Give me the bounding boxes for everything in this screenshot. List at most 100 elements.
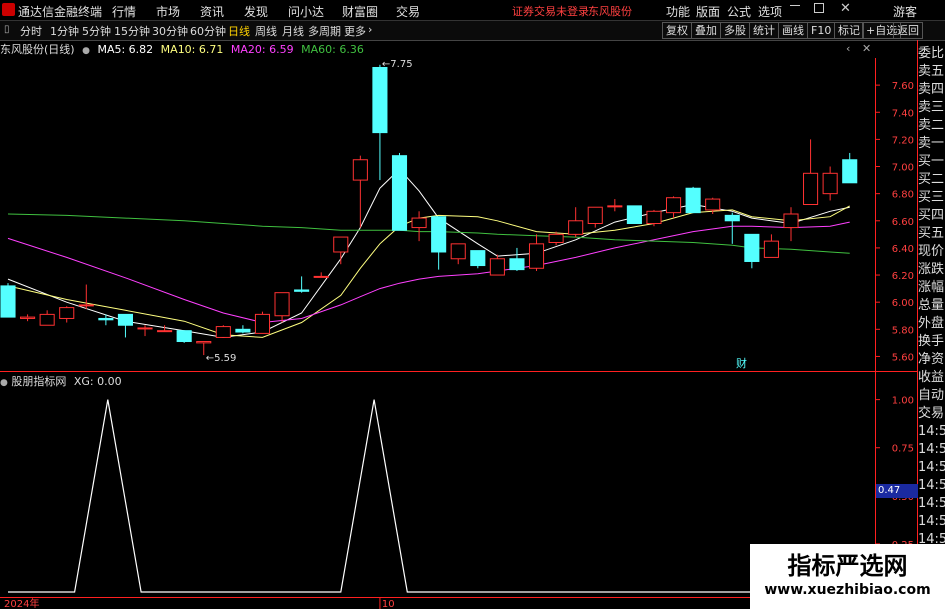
- ma60-line: [7, 213, 850, 254]
- settings-circle-icon[interactable]: ●: [0, 378, 8, 388]
- sidebar-quote-item: 净资: [918, 352, 945, 367]
- sidebar-quote-item: 换手: [918, 334, 945, 349]
- candle-body: [685, 187, 701, 214]
- candle-body: [822, 172, 838, 195]
- sidebar-trade-item: 自动: [918, 388, 945, 403]
- candle-body: [607, 205, 623, 208]
- sidebar-trade-item: 14:56: [918, 424, 945, 439]
- y-tick-label: 6.60: [892, 217, 914, 228]
- candle-body: [274, 292, 290, 317]
- candle-body: [235, 328, 251, 333]
- candle-body: [431, 216, 447, 253]
- candle-body: [333, 236, 349, 253]
- candle-body: [763, 240, 779, 258]
- sidebar-quote-item: 买五: [918, 226, 945, 241]
- candle-body: [489, 258, 505, 276]
- y-tick-label: 7.20: [892, 135, 914, 146]
- kline-chart[interactable]: 5.60 5.80 6.00 6.20 6.40 6.60 6.80 7.00 7.20 7.40…: [0, 0, 945, 609]
- ma20-line: [7, 221, 850, 324]
- candle-body: [196, 341, 212, 344]
- candle-body: [157, 330, 173, 333]
- candle-body: [783, 213, 799, 229]
- candle-body: [176, 330, 192, 343]
- sidebar-quote-item: 买二: [918, 172, 945, 187]
- x-tick-label: 2024年: [4, 597, 39, 609]
- sidebar-quote-item: 买一: [918, 154, 945, 169]
- price-annotation: ←5.59: [206, 353, 237, 364]
- candle-body: [548, 233, 564, 243]
- sidebar-quote-item: 外盘: [918, 316, 945, 331]
- y-tick-label: 7.00: [892, 163, 914, 174]
- candle-body: [568, 220, 584, 235]
- y-tick-label: 5.80: [892, 325, 914, 336]
- candle-body: [294, 289, 310, 292]
- sub-chart-legend: ● 股朋指标网 XG: 0.00: [0, 373, 122, 389]
- candle-body: [705, 198, 721, 211]
- sub-y-tick-label: 1.00: [892, 396, 914, 407]
- xg-value: XG: 0.00: [73, 375, 122, 388]
- candle-body: [59, 307, 75, 319]
- sidebar-trade-item: 14:56: [918, 478, 945, 493]
- sidebar-quote-item: 涨跌: [918, 262, 945, 277]
- quote-sidebar: 委比 卖五 卖四 卖三 卖二 卖一 买一 买二 买三 买四 买五 现价 涨跌 涨幅 总量 外盘 换手 净资 收益: [918, 45, 945, 387]
- y-tick-label: 7.40: [892, 108, 914, 119]
- candle-body: [391, 155, 408, 231]
- candle-body: [724, 214, 740, 222]
- candle-body: [98, 317, 114, 321]
- xg-line: [8, 399, 874, 593]
- candle-body: [470, 250, 486, 267]
- y-tick-label: 7.60: [892, 81, 914, 92]
- candle-body: [0, 285, 16, 318]
- candle-body: [254, 313, 271, 334]
- y-tick-label: 6.20: [892, 271, 914, 282]
- candle-body: [587, 206, 603, 224]
- y-tick-label: 6.40: [892, 244, 914, 255]
- sidebar-trade-item: 交易: [918, 406, 945, 421]
- sidebar-quote-item: 卖一: [918, 136, 945, 151]
- candle-body: [666, 197, 682, 214]
- sidebar-quote-item: 卖三: [918, 100, 945, 115]
- candle-body: [626, 205, 642, 224]
- sidebar-quote-item: 委比: [918, 46, 945, 61]
- candle-body: [215, 326, 231, 338]
- candle-body: [842, 159, 858, 184]
- watermark-title: 指标严选网: [787, 552, 908, 580]
- candle-body: [509, 258, 525, 271]
- sidebar-quote-item: 现价: [918, 244, 945, 259]
- candle-body: [372, 66, 388, 134]
- watermark-url: www.xuezhibiao.com: [764, 582, 931, 598]
- candle-body: [744, 233, 760, 262]
- candle-body: [646, 210, 662, 224]
- indicator-title: 股朋指标网: [11, 375, 67, 388]
- candle-body: [352, 159, 368, 181]
- candle-body: [39, 313, 55, 326]
- candle-body: [20, 316, 36, 319]
- y-tick-label: 6.00: [892, 298, 914, 309]
- y-tick-label: 6.80: [892, 190, 914, 201]
- candle-body: [137, 327, 153, 330]
- candle-body: [411, 217, 427, 229]
- sidebar-trade-item: 14:56: [918, 514, 945, 529]
- current-value-box: 0.47: [876, 484, 918, 498]
- sidebar-quote-item: 卖二: [918, 118, 945, 133]
- sidebar-trade-item: 14:56: [918, 460, 945, 475]
- candle-body: [313, 275, 329, 278]
- sidebar-quote-item: 收益: [918, 370, 945, 385]
- candle-body: [117, 313, 133, 326]
- candle-body: [803, 172, 819, 206]
- ma10-line: [7, 205, 850, 338]
- candle-body: [528, 243, 545, 269]
- y-tick-label: 5.60: [892, 352, 914, 363]
- sidebar-quote-item: 涨幅: [918, 280, 945, 295]
- sidebar-quote-item: 总量: [918, 298, 945, 313]
- sidebar-trade-item: 14:56: [918, 442, 945, 457]
- watermark: 指标严选网 www.xuezhibiao.com: [750, 544, 945, 609]
- x-tick-label: 10: [382, 599, 395, 609]
- sidebar-trade-item: 14:56: [918, 496, 945, 511]
- candle-body: [450, 243, 466, 260]
- sidebar-quote-item: 卖五: [918, 64, 945, 79]
- finance-marker[interactable]: 财: [736, 355, 747, 371]
- price-annotation: ←7.75: [382, 59, 413, 70]
- sub-y-tick-label: 0.75: [892, 444, 914, 455]
- sidebar-quote-item: 买三: [918, 190, 945, 205]
